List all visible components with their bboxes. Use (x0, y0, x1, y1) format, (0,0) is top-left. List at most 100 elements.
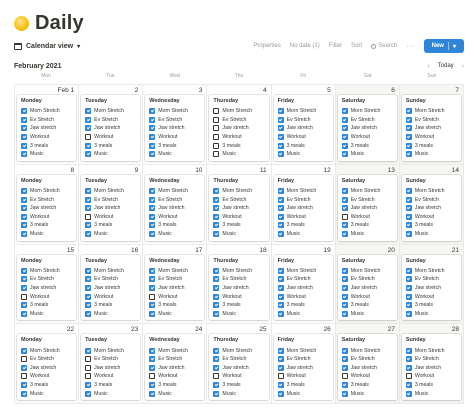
checkbox-checked[interactable] (213, 267, 220, 274)
checkbox-unchecked[interactable] (213, 116, 220, 123)
checkbox-checked[interactable] (213, 205, 220, 212)
checkbox-checked[interactable] (405, 231, 412, 238)
checkbox-checked[interactable] (405, 222, 412, 229)
checkbox-checked[interactable] (277, 302, 284, 309)
checkbox-checked[interactable] (277, 276, 284, 283)
checkbox-checked[interactable] (21, 196, 27, 203)
checkbox-checked[interactable] (405, 284, 412, 291)
checkbox-checked[interactable] (21, 142, 27, 149)
day-card[interactable]: Wednesday Morn Stretch Ev Stretch Jaw stret… (145, 254, 205, 321)
checkbox-unchecked[interactable] (213, 125, 220, 132)
day-card[interactable]: Monday Morn Stretch Ev Stretch Jaw stretch W… (17, 334, 77, 400)
checkbox-checked[interactable] (213, 213, 220, 220)
calendar-day-cell[interactable]: 10 Wednesday Morn Stretch Ev Stretch Jaw str… (143, 164, 208, 245)
checkbox-unchecked[interactable] (85, 364, 92, 371)
checkbox-checked[interactable] (277, 293, 284, 300)
calendar-day-cell[interactable]: 16 Tuesday Morn Stretch Ev Stretch Jaw stret… (79, 244, 144, 325)
checkbox-unchecked[interactable] (213, 108, 220, 115)
checkbox-checked[interactable] (341, 381, 348, 388)
day-card[interactable]: Thursday Morn Stretch Ev Stretch Jaw stretc… (209, 254, 269, 321)
checkbox-checked[interactable] (405, 151, 412, 158)
sort-button[interactable]: Sort (351, 43, 362, 49)
checkbox-checked[interactable] (277, 108, 284, 115)
checkbox-checked[interactable] (85, 347, 92, 354)
checkbox-checked[interactable] (277, 134, 284, 141)
checkbox-checked[interactable] (341, 134, 348, 141)
day-card[interactable]: Thursday Morn Stretch Ev Stretch Jaw stretc… (209, 334, 269, 400)
calendar-day-cell[interactable]: 26 Friday Morn Stretch Ev Stretch Jaw stretc… (271, 324, 336, 404)
checkbox-checked[interactable] (21, 151, 27, 158)
checkbox-checked[interactable] (277, 390, 284, 397)
calendar-day-cell[interactable]: 25 Thursday Morn Stretch Ev Stretch Jaw stre… (207, 324, 272, 404)
checkbox-checked[interactable] (85, 381, 92, 388)
checkbox-unchecked[interactable] (85, 356, 92, 363)
checkbox-checked[interactable] (213, 188, 220, 195)
checkbox-checked[interactable] (277, 213, 284, 220)
checkbox-checked[interactable] (21, 116, 27, 123)
checkbox-checked[interactable] (149, 125, 156, 132)
checkbox-checked[interactable] (341, 151, 348, 158)
checkbox-checked[interactable] (405, 134, 412, 141)
day-card[interactable]: Tuesday Morn Stretch Ev Stretch Jaw stretch… (81, 254, 141, 321)
checkbox-checked[interactable] (21, 390, 27, 397)
checkbox-checked[interactable] (405, 364, 412, 371)
day-card[interactable]: Sunday Morn Stretch Ev Stretch Jaw stretch W… (401, 334, 461, 400)
checkbox-checked[interactable] (341, 188, 348, 195)
checkbox-unchecked[interactable] (213, 151, 220, 158)
checkbox-checked[interactable] (213, 390, 220, 397)
checkbox-checked[interactable] (341, 390, 348, 397)
day-card[interactable]: Wednesday Morn Stretch Ev Stretch Jaw stret… (145, 174, 205, 241)
checkbox-checked[interactable] (85, 284, 92, 291)
checkbox-unchecked[interactable] (85, 134, 92, 141)
day-card[interactable]: Saturday Morn Stretch Ev Stretch Jaw stretc… (337, 174, 397, 241)
checkbox-unchecked[interactable] (149, 373, 156, 380)
checkbox-checked[interactable] (277, 364, 284, 371)
checkbox-checked[interactable] (21, 381, 27, 388)
checkbox-unchecked[interactable] (405, 373, 412, 380)
day-card[interactable]: Wednesday Morn Stretch Ev Stretch Jaw stret… (145, 334, 205, 400)
checkbox-checked[interactable] (21, 302, 27, 309)
checkbox-checked[interactable] (85, 231, 92, 238)
checkbox-checked[interactable] (21, 222, 27, 229)
calendar-day-cell[interactable]: 11 Thursday Morn Stretch Ev Stretch Jaw stre… (207, 164, 272, 245)
checkbox-unchecked[interactable] (85, 213, 92, 220)
filter-button[interactable]: Filter (329, 43, 342, 49)
checkbox-checked[interactable] (277, 151, 284, 158)
checkbox-unchecked[interactable] (149, 293, 156, 300)
checkbox-checked[interactable] (277, 188, 284, 195)
checkbox-checked[interactable] (277, 381, 284, 388)
checkbox-checked[interactable] (213, 284, 220, 291)
checkbox-checked[interactable] (85, 267, 92, 274)
checkbox-checked[interactable] (341, 205, 348, 212)
day-card[interactable]: Friday Morn Stretch Ev Stretch Jaw stretch W… (273, 174, 333, 241)
checkbox-checked[interactable] (85, 142, 92, 149)
checkbox-checked[interactable] (149, 267, 156, 274)
checkbox-checked[interactable] (277, 347, 284, 354)
view-switcher[interactable]: Calendar view ▾ (14, 42, 80, 50)
checkbox-checked[interactable] (405, 267, 412, 274)
checkbox-checked[interactable] (405, 213, 412, 220)
calendar-day-cell[interactable]: Feb 1 Monday Morn Stretch Ev Stretch Jaw str… (15, 85, 80, 165)
properties-button[interactable]: Properties (253, 43, 280, 49)
checkbox-checked[interactable] (149, 284, 156, 291)
checkbox-unchecked[interactable] (21, 356, 27, 363)
calendar-day-cell[interactable]: 22 Monday Morn Stretch Ev Stretch Jaw stretc… (15, 324, 80, 404)
checkbox-checked[interactable] (341, 276, 348, 283)
checkbox-unchecked[interactable] (213, 142, 220, 149)
checkbox-unchecked[interactable] (341, 373, 348, 380)
day-card[interactable]: Tuesday Morn Stretch Ev Stretch Jaw stretch… (81, 174, 141, 241)
day-card[interactable]: Monday Morn Stretch Ev Stretch Jaw stretch W… (17, 174, 77, 241)
checkbox-checked[interactable] (149, 205, 156, 212)
day-card[interactable]: Sunday Morn Stretch Ev Stretch Jaw stretch W… (401, 174, 461, 241)
checkbox-checked[interactable] (277, 231, 284, 238)
calendar-day-cell[interactable]: 18 Thursday Morn Stretch Ev Stretch Jaw stre… (207, 244, 272, 325)
checkbox-checked[interactable] (341, 125, 348, 132)
day-card[interactable]: Thursday Morn Stretch Ev Stretch Jaw stretc… (209, 174, 269, 241)
checkbox-checked[interactable] (21, 231, 27, 238)
day-card[interactable]: Monday Morn Stretch Ev Stretch Jaw stretch W… (17, 254, 77, 321)
checkbox-unchecked[interactable] (277, 373, 284, 380)
checkbox-checked[interactable] (405, 310, 412, 317)
checkbox-checked[interactable] (149, 108, 156, 115)
checkbox-unchecked[interactable] (21, 293, 27, 300)
checkbox-checked[interactable] (21, 267, 27, 274)
